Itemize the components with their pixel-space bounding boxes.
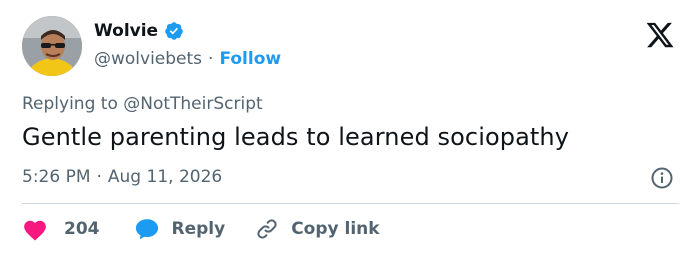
link-icon	[257, 219, 277, 239]
verified-badge-icon	[165, 22, 183, 40]
timestamp-row[interactable]: 5:26 PM · Aug 11, 2026	[22, 167, 222, 187]
author-name-row[interactable]: Wolvie	[94, 21, 184, 41]
author-handle[interactable]: @wolviebets	[94, 49, 202, 69]
like-button[interactable]: 204	[22, 217, 100, 241]
separator-dot: ·	[208, 49, 214, 69]
reply-label: Reply	[171, 219, 226, 239]
avatar-image	[22, 16, 82, 76]
separator-dot: ·	[96, 167, 102, 187]
tweet-text: Gentle parenting leads to learned sociop…	[22, 123, 570, 151]
like-count: 204	[64, 219, 100, 239]
copy-link-button[interactable]: Copy link	[255, 217, 380, 241]
author-name[interactable]: Wolvie	[94, 21, 158, 41]
tweet-card: Wolvie @wolviebets · Follow Replying to …	[0, 0, 700, 256]
speech-bubble-icon	[135, 219, 158, 240]
replying-to: Replying to @NotTheirScript	[22, 94, 263, 114]
copy-link-label: Copy link	[291, 219, 380, 239]
divider	[22, 203, 679, 204]
action-bar: 204 Reply Copy link	[22, 214, 380, 244]
follow-link[interactable]: Follow	[219, 49, 281, 69]
x-logo-icon[interactable]	[644, 20, 676, 50]
info-icon[interactable]	[650, 166, 674, 190]
reply-button[interactable]: Reply	[134, 217, 226, 241]
handle-row: @wolviebets · Follow	[94, 49, 281, 69]
tweet-time: 5:26 PM	[22, 167, 91, 187]
avatar[interactable]	[22, 16, 82, 76]
heart-icon	[24, 220, 46, 241]
tweet-date: Aug 11, 2026	[107, 167, 223, 187]
